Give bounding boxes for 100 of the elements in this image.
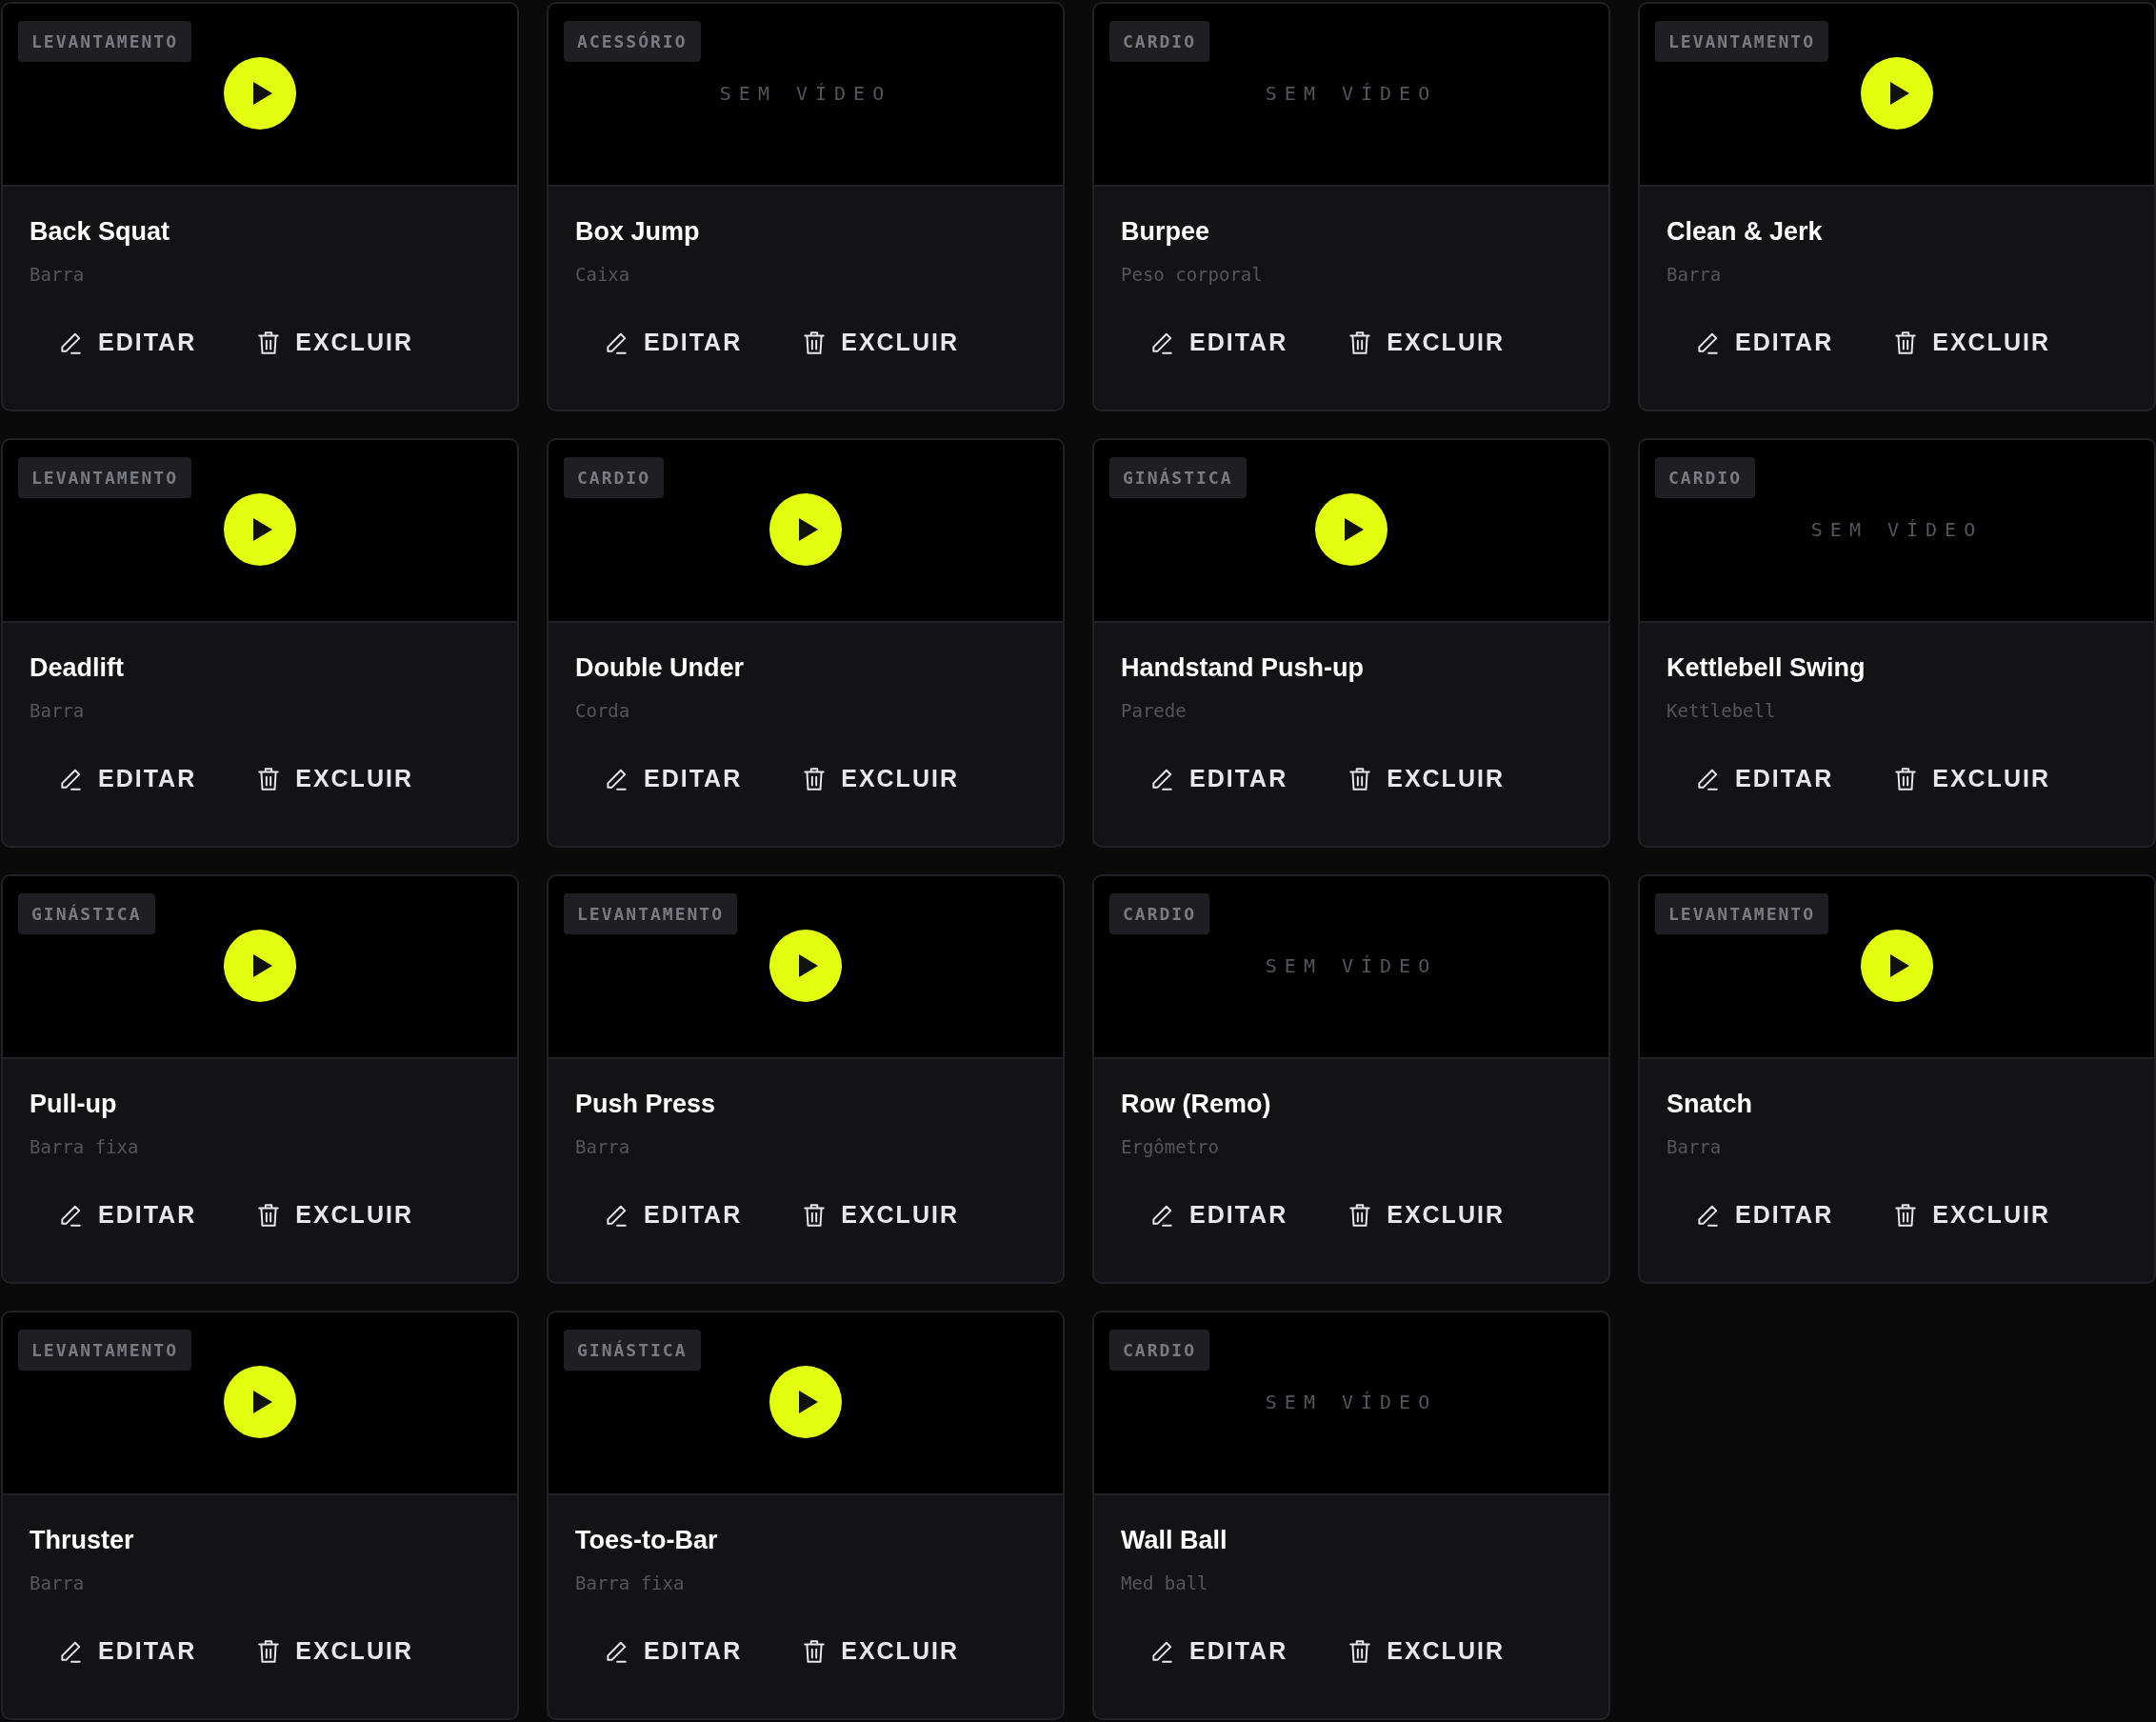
delete-button[interactable]: EXCLUIR <box>1894 1197 2050 1232</box>
equipment-label: Barra <box>30 1572 85 1593</box>
delete-button[interactable]: EXCLUIR <box>1348 1633 1505 1669</box>
edit-button[interactable]: EDITAR <box>1695 761 1834 796</box>
play-icon <box>1342 517 1366 542</box>
edit-button[interactable]: EDITAR <box>604 761 743 796</box>
equipment-label: Barra <box>30 700 85 721</box>
play-icon <box>250 953 274 978</box>
edit-button[interactable]: EDITAR <box>1695 325 1834 360</box>
exercise-name: Burpee <box>1121 217 1210 247</box>
equipment-label: Peso corporal <box>1121 264 1263 285</box>
play-icon <box>1887 81 1911 106</box>
delete-button[interactable]: EXCLUIR <box>1348 1197 1505 1232</box>
equipment-label: Barra <box>1667 1136 1722 1157</box>
edit-button[interactable]: EDITAR <box>1149 1197 1288 1232</box>
category-tag: CARDIO <box>1655 457 1756 498</box>
trash-icon <box>1894 330 1918 355</box>
trash-icon <box>1348 330 1372 355</box>
delete-button[interactable]: EXCLUIR <box>803 1633 959 1669</box>
equipment-label: Parede <box>1121 700 1187 721</box>
edit-button[interactable]: EDITAR <box>604 1197 743 1232</box>
equipment-label: Caixa <box>575 264 630 285</box>
exercise-name: Kettlebell Swing <box>1667 653 1866 683</box>
category-tag: GINÁSTICA <box>18 893 155 934</box>
play-icon <box>250 81 274 106</box>
equipment-label: Barra fixa <box>30 1136 139 1157</box>
trash-icon <box>1894 766 1918 791</box>
exercise-name: Back Squat <box>30 217 170 247</box>
equipment-label: Med ball <box>1121 1572 1208 1593</box>
exercise-name: Push Press <box>575 1090 716 1119</box>
no-video-label: SEM VÍDEO <box>1265 954 1438 977</box>
exercise-name: Box Jump <box>575 217 700 247</box>
delete-button[interactable]: EXCLUIR <box>803 1197 959 1232</box>
play-icon <box>796 953 820 978</box>
equipment-label: Kettlebell <box>1667 700 1776 721</box>
play-icon <box>1887 953 1911 978</box>
delete-button[interactable]: EXCLUIR <box>257 1633 413 1669</box>
trash-icon <box>803 766 827 791</box>
exercise-name: Handstand Push-up <box>1121 653 1364 683</box>
trash-icon <box>803 330 827 355</box>
category-tag: GINÁSTICA <box>564 1330 701 1371</box>
edit-button[interactable]: EDITAR <box>58 761 197 796</box>
edit-button[interactable]: EDITAR <box>1149 1633 1288 1669</box>
category-tag: LEVANTAMENTO <box>564 893 738 934</box>
exercise-name: Snatch <box>1667 1090 1753 1119</box>
exercise-name: Pull-up <box>30 1090 117 1119</box>
play-icon <box>796 517 820 542</box>
play-icon <box>250 1390 274 1414</box>
edit-button[interactable]: EDITAR <box>604 1633 743 1669</box>
play-icon <box>796 1390 820 1414</box>
no-video-label: SEM VÍDEO <box>1265 1391 1438 1413</box>
delete-button[interactable]: EXCLUIR <box>1348 761 1505 796</box>
trash-icon <box>803 1638 827 1664</box>
delete-button[interactable]: EXCLUIR <box>1894 325 2050 360</box>
trash-icon <box>257 1202 281 1228</box>
exercise-name: Deadlift <box>30 653 124 683</box>
category-tag: CARDIO <box>1109 21 1210 62</box>
equipment-label: Ergômetro <box>1121 1136 1219 1157</box>
equipment-label: Corda <box>575 700 630 721</box>
category-tag: LEVANTAMENTO <box>18 457 192 498</box>
trash-icon <box>1348 1202 1372 1228</box>
edit-button[interactable]: EDITAR <box>58 325 197 360</box>
delete-button[interactable]: EXCLUIR <box>803 325 959 360</box>
exercise-name: Wall Ball <box>1121 1526 1228 1555</box>
exercise-name: Toes-to-Bar <box>575 1526 718 1555</box>
no-video-label: SEM VÍDEO <box>1810 518 1984 541</box>
exercise-name: Thruster <box>30 1526 134 1555</box>
delete-button[interactable]: EXCLUIR <box>257 325 413 360</box>
category-tag: LEVANTAMENTO <box>18 1330 192 1371</box>
equipment-label: Barra <box>30 264 85 285</box>
category-tag: LEVANTAMENTO <box>1655 893 1829 934</box>
edit-button[interactable]: EDITAR <box>1149 325 1288 360</box>
category-tag: CARDIO <box>564 457 665 498</box>
no-video-label: SEM VÍDEO <box>1265 82 1438 105</box>
exercise-name: Row (Remo) <box>1121 1090 1271 1119</box>
equipment-label: Barra <box>1667 264 1722 285</box>
delete-button[interactable]: EXCLUIR <box>1348 325 1505 360</box>
delete-button[interactable]: EXCLUIR <box>803 761 959 796</box>
play-icon <box>250 517 274 542</box>
category-tag: CARDIO <box>1109 893 1210 934</box>
trash-icon <box>1348 1638 1372 1664</box>
edit-button[interactable]: EDITAR <box>1695 1197 1834 1232</box>
equipment-label: Barra <box>575 1136 630 1157</box>
no-video-label: SEM VÍDEO <box>719 82 892 105</box>
category-tag: LEVANTAMENTO <box>18 21 192 62</box>
trash-icon <box>257 766 281 791</box>
trash-icon <box>257 1638 281 1664</box>
edit-button[interactable]: EDITAR <box>58 1197 197 1232</box>
edit-button[interactable]: EDITAR <box>58 1633 197 1669</box>
trash-icon <box>1348 766 1372 791</box>
edit-button[interactable]: EDITAR <box>604 325 743 360</box>
delete-button[interactable]: EXCLUIR <box>1894 761 2050 796</box>
category-tag: CARDIO <box>1109 1330 1210 1371</box>
delete-button[interactable]: EXCLUIR <box>257 1197 413 1232</box>
category-tag: ACESSÓRIO <box>564 21 701 62</box>
category-tag: LEVANTAMENTO <box>1655 21 1829 62</box>
delete-button[interactable]: EXCLUIR <box>257 761 413 796</box>
edit-button[interactable]: EDITAR <box>1149 761 1288 796</box>
category-tag: GINÁSTICA <box>1109 457 1247 498</box>
trash-icon <box>257 330 281 355</box>
